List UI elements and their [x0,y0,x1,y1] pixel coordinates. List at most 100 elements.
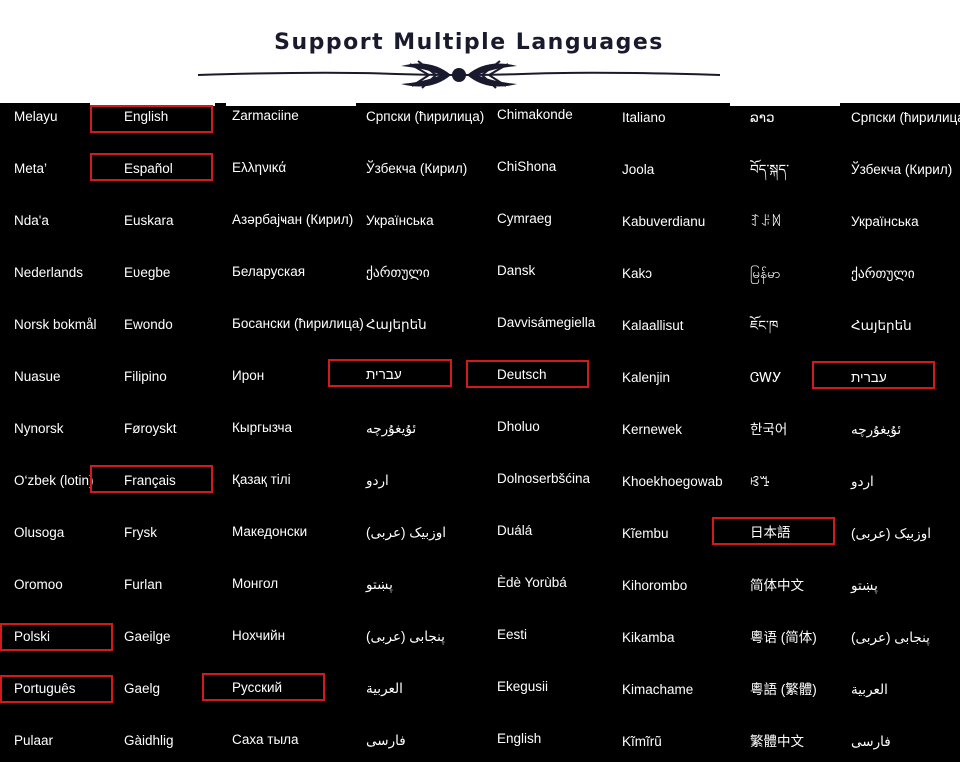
language-item: Kalenjin [622,370,671,385]
language-item: བོད་སྐད་ [750,162,790,177]
language-item: Meta’ [14,161,48,176]
language-item: اوزبیک (عربی) [851,526,931,541]
language-item: O‘zbek (lotin) [14,473,94,488]
highlight-box [0,675,113,703]
language-item: Oromoo [14,577,63,592]
language-item: اردو [366,473,389,488]
language-item: Беларуская [232,264,306,279]
language-item: Ўзбекча (Кирил) [851,162,953,177]
language-item: Українська [851,214,919,229]
language-item: Frysk [124,525,157,540]
language-item: Ирон [232,368,265,383]
highlight-box [90,153,213,181]
language-item: 粵語 (繁體) [750,682,817,697]
language-item: Pulaar [14,733,54,748]
language-item: Kĩmĩrũ [622,734,662,749]
language-item: Հայերեն [851,318,912,333]
language-item: English [497,731,542,746]
language-item: Gàidhlig [124,733,174,748]
language-item: العربية [851,682,888,697]
language-item: မြန်မာ [750,266,781,281]
language-item: Khoekhoegowab [622,474,723,489]
language-item: Қазақ тілі [232,472,291,487]
language-item: Nynorsk [14,421,64,436]
highlight-box [90,105,213,133]
language-item: 한국어 [750,422,788,437]
language-item: Cymraeg [497,211,552,226]
language-item: پښتو [366,577,393,592]
language-item: Euskara [124,213,174,228]
language-item: ئۇيغۇرچە [851,422,902,437]
language-item: پنجابی (عربی) [366,629,445,644]
language-item: Kernewek [622,422,683,437]
language-item: ꆈꌠꉙ [750,214,782,229]
language-item: پښتو [851,578,878,593]
language-item: العربية [366,681,403,696]
language-item: Furlan [124,577,163,592]
language-item: Азәрбајҹан (Кирил) [232,212,354,227]
language-item: پنجابی (عربی) [851,630,930,645]
language-item: Davvisámegiella [497,315,596,330]
language-item: ꕙꔤ [750,474,770,489]
language-item: Nederlands [14,265,84,280]
language-item: Саха тыла [232,732,299,747]
language-item: Norsk bokmål [14,317,97,332]
language-item: Kimachame [622,682,694,697]
flourish-ornament-icon [197,60,721,89]
language-item: Nuasue [14,369,61,384]
language-item: Chimakonde [497,107,573,122]
page-title: Support Multiple Languages [274,30,664,55]
language-item: Српски (ћирилица) [851,110,960,125]
language-item: Eʋegbe [124,265,171,280]
language-item: Gaelg [124,681,161,696]
language-item: Македонски [232,524,308,539]
language-item: Filipino [124,369,167,384]
highlight-box [328,359,452,387]
language-item: Dansk [497,263,536,278]
language-item: 简体中文 [750,578,804,593]
language-item: Ekegusii [497,679,549,694]
language-item: فارسی [366,733,406,748]
language-item: Melayu [14,109,58,124]
language-item: Èdè Yorùbá [497,575,567,590]
language-item: Kĩembu [622,526,669,541]
language-item: Dolnoserbšćina [497,471,591,486]
language-item: ქართული [366,265,430,280]
language-item: ئۇيغۇرچە [366,421,417,436]
language-item: ChiShona [497,159,557,174]
language-item: اردو [851,474,874,489]
highlight-box [712,517,835,545]
highlight-box [0,623,113,651]
language-item: Монгол [232,576,279,591]
language-item: Dholuo [497,419,540,434]
language-item: Joola [622,162,655,177]
language-item: Українська [366,213,434,228]
language-item: Føroyskt [124,421,177,436]
language-item: Kihorombo [622,578,688,593]
language-item: Српски (ћирилица) [366,109,485,124]
language-item: اوزبیک (عربی) [366,525,446,540]
language-item: فارسی [851,734,891,749]
language-item: Zarmaciine [232,108,299,123]
language-item: Kikamba [622,630,675,645]
highlight-box [466,360,589,388]
banner-header: Support Multiple Languages [0,0,960,103]
language-item: 繁體中文 [750,734,804,749]
language-item: Kakɔ [622,266,653,281]
language-item: Ўзбекча (Кирил) [366,161,468,176]
language-item: Kalaallisut [622,318,684,333]
language-item: Кыргызча [232,420,292,435]
language-item: ᏣᎳᎩ [750,370,782,385]
highlight-box [90,465,213,493]
language-item: Nda'a [14,213,49,228]
language-item: Нохчийн [232,628,286,643]
language-item: Босански (ћирилица) [232,316,364,331]
language-item: Gaeilge [124,629,171,644]
language-item: 粵语 (简体) [750,630,817,645]
language-item: Duálá [497,523,533,538]
language-item: Հայերեն [366,317,427,332]
language-item: ລາວ [750,110,775,125]
highlight-box [812,361,935,389]
language-item: ཇོང་ཁ [750,318,779,333]
highlight-box [202,673,325,701]
